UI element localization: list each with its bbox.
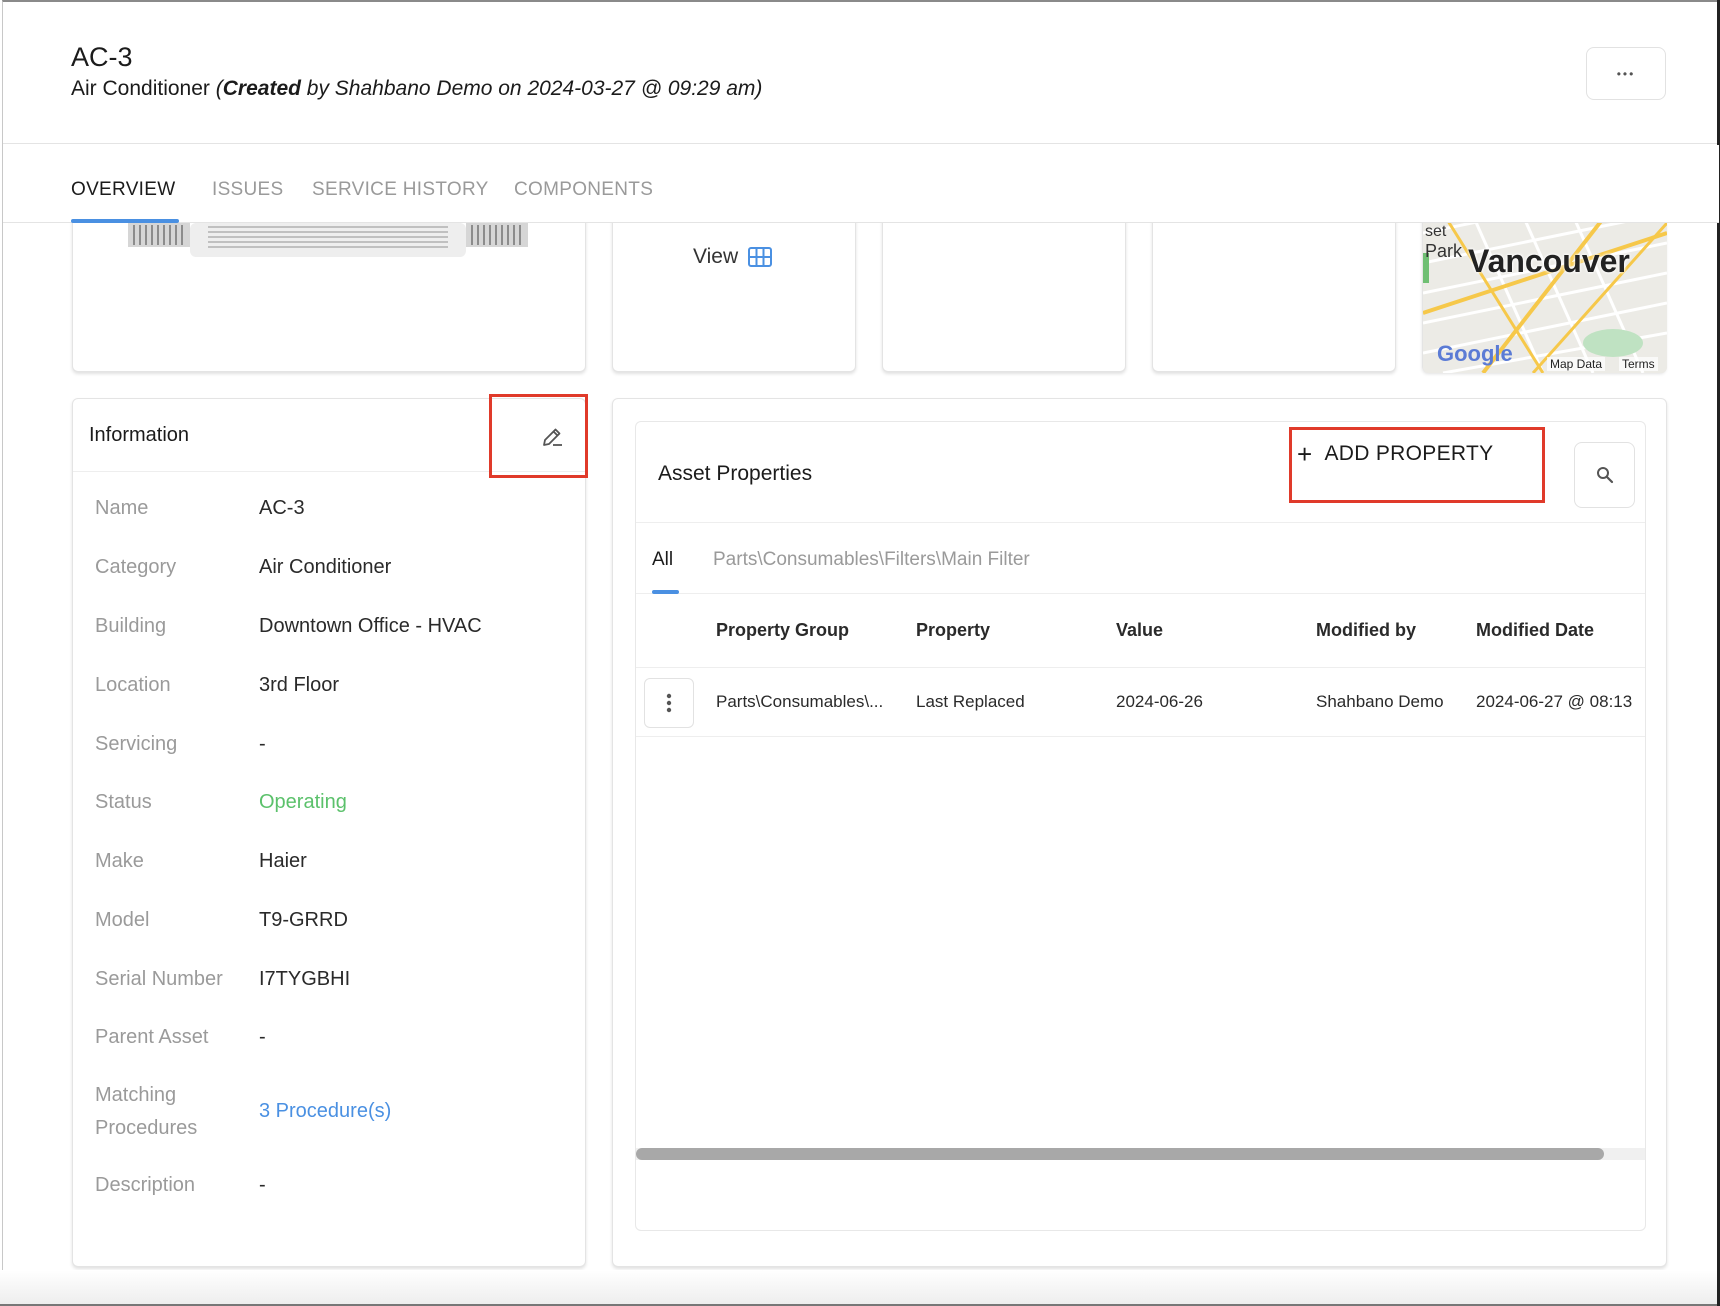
air-conditioner-image bbox=[128, 223, 528, 257]
view-label: View bbox=[693, 245, 739, 268]
cell-modified-by: Shahbano Demo bbox=[1316, 692, 1444, 711]
field-value-category: Air Conditioner bbox=[259, 556, 392, 578]
asset-tabs: OVERVIEW ISSUES SERVICE HISTORY COMPONEN… bbox=[3, 145, 1719, 223]
asset-header: AC-3 Air Conditioner (Created by Shahban… bbox=[3, 2, 1719, 144]
field-value-description: - bbox=[259, 1174, 266, 1196]
field-value-location: 3rd Floor bbox=[259, 674, 340, 696]
tab-components[interactable]: COMPONENTS bbox=[514, 179, 653, 201]
column-header-value[interactable]: Value bbox=[1116, 620, 1163, 641]
properties-table-header: Property Group Property Value Modified b… bbox=[636, 594, 1645, 668]
field-label-status: Status bbox=[95, 791, 152, 813]
column-header-modified-by[interactable]: Modified by bbox=[1316, 620, 1416, 641]
information-title: Information bbox=[89, 424, 190, 446]
information-panel: Information Name AC-3 Category Air Condi… bbox=[72, 398, 586, 1267]
property-group-tabs: All Parts\Consumables\Filters\Main Filte… bbox=[636, 522, 1645, 594]
map-label-set: set bbox=[1425, 223, 1447, 240]
sub-tab-all[interactable]: All bbox=[652, 549, 673, 571]
search-icon bbox=[1596, 467, 1613, 484]
field-value-parent-asset: - bbox=[259, 1026, 266, 1048]
window-bottom-edge bbox=[0, 1270, 1720, 1306]
field-value-serial-number: I7TYGBHI bbox=[259, 968, 351, 990]
tab-issues[interactable]: ISSUES bbox=[212, 179, 284, 201]
tab-overview[interactable]: OVERVIEW bbox=[71, 179, 175, 201]
view-floorplan-link[interactable]: View bbox=[693, 245, 773, 269]
map-label-park: Park bbox=[1425, 241, 1463, 261]
app-window: AC-3 Air Conditioner (Created by Shahban… bbox=[2, 0, 1719, 1306]
cell-value: 2024-06-26 bbox=[1116, 692, 1203, 711]
field-value-model: T9-GRRD bbox=[259, 909, 348, 931]
field-label-location: Location bbox=[95, 674, 171, 696]
grid-icon bbox=[748, 247, 773, 267]
map-data-link[interactable]: Map Data bbox=[1547, 357, 1606, 371]
field-label-parent-asset: Parent Asset bbox=[95, 1026, 209, 1048]
field-label-description: Description bbox=[95, 1174, 196, 1196]
field-label-serial-number: Serial Number bbox=[95, 968, 223, 990]
asset-properties-title: Asset Properties bbox=[658, 462, 813, 485]
field-label-name: Name bbox=[95, 497, 149, 519]
asset-created-meta: (Created by Shahbano Demo on 2024-03-27 … bbox=[215, 77, 763, 100]
cell-modified-date: 2024-06-27 @ 08:13 bbox=[1476, 692, 1633, 711]
active-tab-indicator bbox=[71, 219, 179, 223]
tab-service-history[interactable]: SERVICE HISTORY bbox=[312, 179, 489, 201]
field-label-matching: Matching bbox=[95, 1084, 177, 1106]
field-value-make: Haier bbox=[259, 850, 307, 872]
cell-property-group: Parts\Consumables\... bbox=[716, 692, 884, 711]
highlight-edit-button bbox=[489, 394, 588, 478]
matching-procedures-link[interactable]: 3 Procedure(s) bbox=[259, 1095, 391, 1127]
field-label-servicing: Servicing bbox=[95, 733, 178, 755]
asset-properties-card: Asset Properties All Parts\Consumables\F… bbox=[635, 421, 1646, 1231]
more-horizontal-icon: ••• bbox=[1616, 66, 1636, 81]
field-value-building: Downtown Office - HVAC bbox=[259, 615, 482, 637]
field-label-make: Make bbox=[95, 850, 144, 872]
more-options-button[interactable]: ••• bbox=[1586, 47, 1666, 100]
more-vertical-icon bbox=[666, 693, 672, 713]
map-terms-link[interactable]: Terms bbox=[1619, 357, 1658, 371]
table-row[interactable]: Parts\Consumables\... Last Replaced 2024… bbox=[636, 668, 1645, 737]
column-header-property[interactable]: Property bbox=[916, 620, 990, 641]
asset-properties-panel: Asset Properties All Parts\Consumables\F… bbox=[612, 398, 1667, 1267]
horizontal-scrollbar-thumb[interactable] bbox=[636, 1148, 1604, 1160]
asset-category: Air Conditioner bbox=[71, 77, 210, 100]
map-city-label: Vancouver bbox=[1468, 243, 1630, 279]
created-label: Created bbox=[222, 77, 301, 100]
field-label-building: Building bbox=[95, 615, 167, 637]
google-logo: Google bbox=[1437, 341, 1513, 366]
search-properties-button[interactable] bbox=[1574, 442, 1635, 508]
field-label-model: Model bbox=[95, 909, 150, 931]
asset-title: AC-3 bbox=[71, 42, 133, 72]
cell-property: Last Replaced bbox=[916, 692, 1025, 711]
row-actions-button[interactable] bbox=[644, 678, 694, 728]
column-header-property-group[interactable]: Property Group bbox=[716, 620, 849, 641]
highlight-add-property bbox=[1289, 427, 1545, 503]
field-label-category: Category bbox=[95, 556, 177, 578]
status-badge: Operating bbox=[259, 791, 347, 813]
field-label-procedures: Procedures bbox=[95, 1117, 198, 1139]
column-header-modified-date[interactable]: Modified Date bbox=[1476, 620, 1594, 641]
field-value-servicing: - bbox=[259, 733, 266, 755]
asset-subtitle: Air Conditioner (Created by Shahbano Dem… bbox=[71, 77, 762, 101]
sub-tab-main-filter[interactable]: Parts\Consumables\Filters\Main Filter bbox=[713, 549, 1030, 571]
field-value-name: AC-3 bbox=[259, 497, 305, 519]
